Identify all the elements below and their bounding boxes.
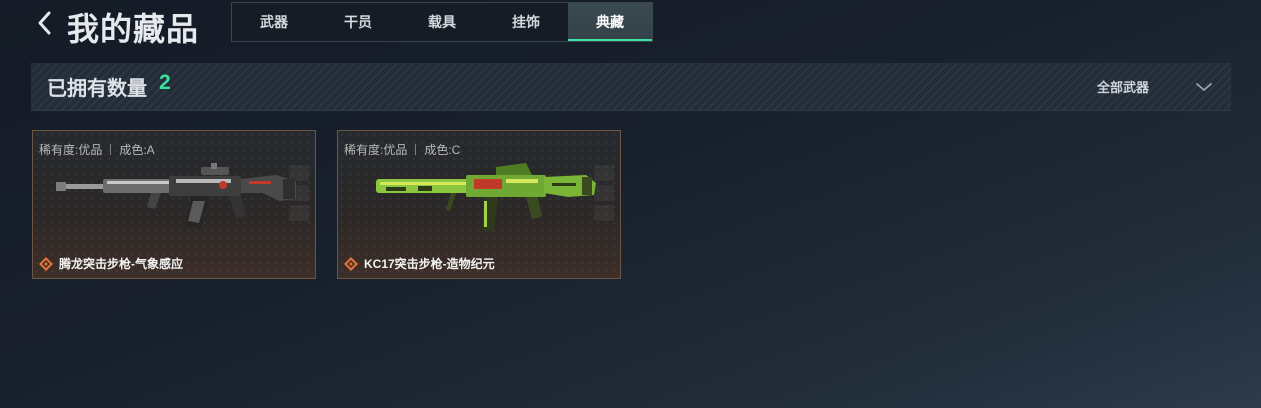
weapon-filter-value: 全部武器 bbox=[1096, 80, 1149, 95]
card-name-row: 腾龙突击步枪-气象感应 bbox=[39, 255, 183, 272]
collection-card[interactable]: 稀有度:优品 成色:A 腾龙突击步枪-气象感应 bbox=[32, 130, 316, 279]
card-meta: 稀有度:优品 成色:A bbox=[39, 141, 155, 158]
condition-label: 成色:C bbox=[424, 143, 461, 157]
owned-count-label: 已拥有数量 bbox=[47, 78, 147, 100]
tab-vehicles[interactable]: 载具 bbox=[400, 3, 484, 41]
item-name: KC17突击步枪-造物纪元 bbox=[364, 257, 495, 271]
page-title: 我的藏品 bbox=[67, 11, 200, 47]
item-name: 腾龙突击步枪-气象感应 bbox=[59, 257, 183, 271]
rifle-image bbox=[56, 163, 296, 229]
card-name-row: KC17突击步枪-造物纪元 bbox=[344, 255, 495, 272]
meta-divider bbox=[415, 144, 417, 155]
diamond-rarity-icon bbox=[39, 256, 53, 271]
meta-divider bbox=[110, 144, 112, 155]
rifle-image bbox=[376, 163, 596, 231]
back-chevron-icon[interactable] bbox=[34, 9, 56, 37]
weapon-filter-dropdown[interactable]: 全部武器 bbox=[1097, 63, 1213, 110]
rarity-label: 稀有度:优品 bbox=[344, 143, 408, 157]
card-meta: 稀有度:优品 成色:C bbox=[344, 141, 460, 158]
chevron-down-icon bbox=[1196, 82, 1212, 91]
collection-summary-bar: 已拥有数量 2 全部武器 bbox=[31, 63, 1231, 111]
tab-operators[interactable]: 干员 bbox=[316, 3, 400, 41]
tab-charms[interactable]: 挂饰 bbox=[484, 3, 568, 41]
rarity-label: 稀有度:优品 bbox=[39, 143, 103, 157]
tab-weapons[interactable]: 武器 bbox=[232, 3, 316, 41]
owned-count-value: 2 bbox=[159, 71, 171, 94]
tab-collection[interactable]: 典藏 bbox=[568, 3, 652, 41]
condition-label: 成色:A bbox=[119, 143, 155, 157]
collection-card[interactable]: 稀有度:优品 成色:C KC17突击步枪-造物纪元 bbox=[337, 130, 621, 279]
diamond-rarity-icon bbox=[344, 256, 358, 271]
category-tabs: 武器 干员 载具 挂饰 典藏 bbox=[231, 2, 653, 42]
